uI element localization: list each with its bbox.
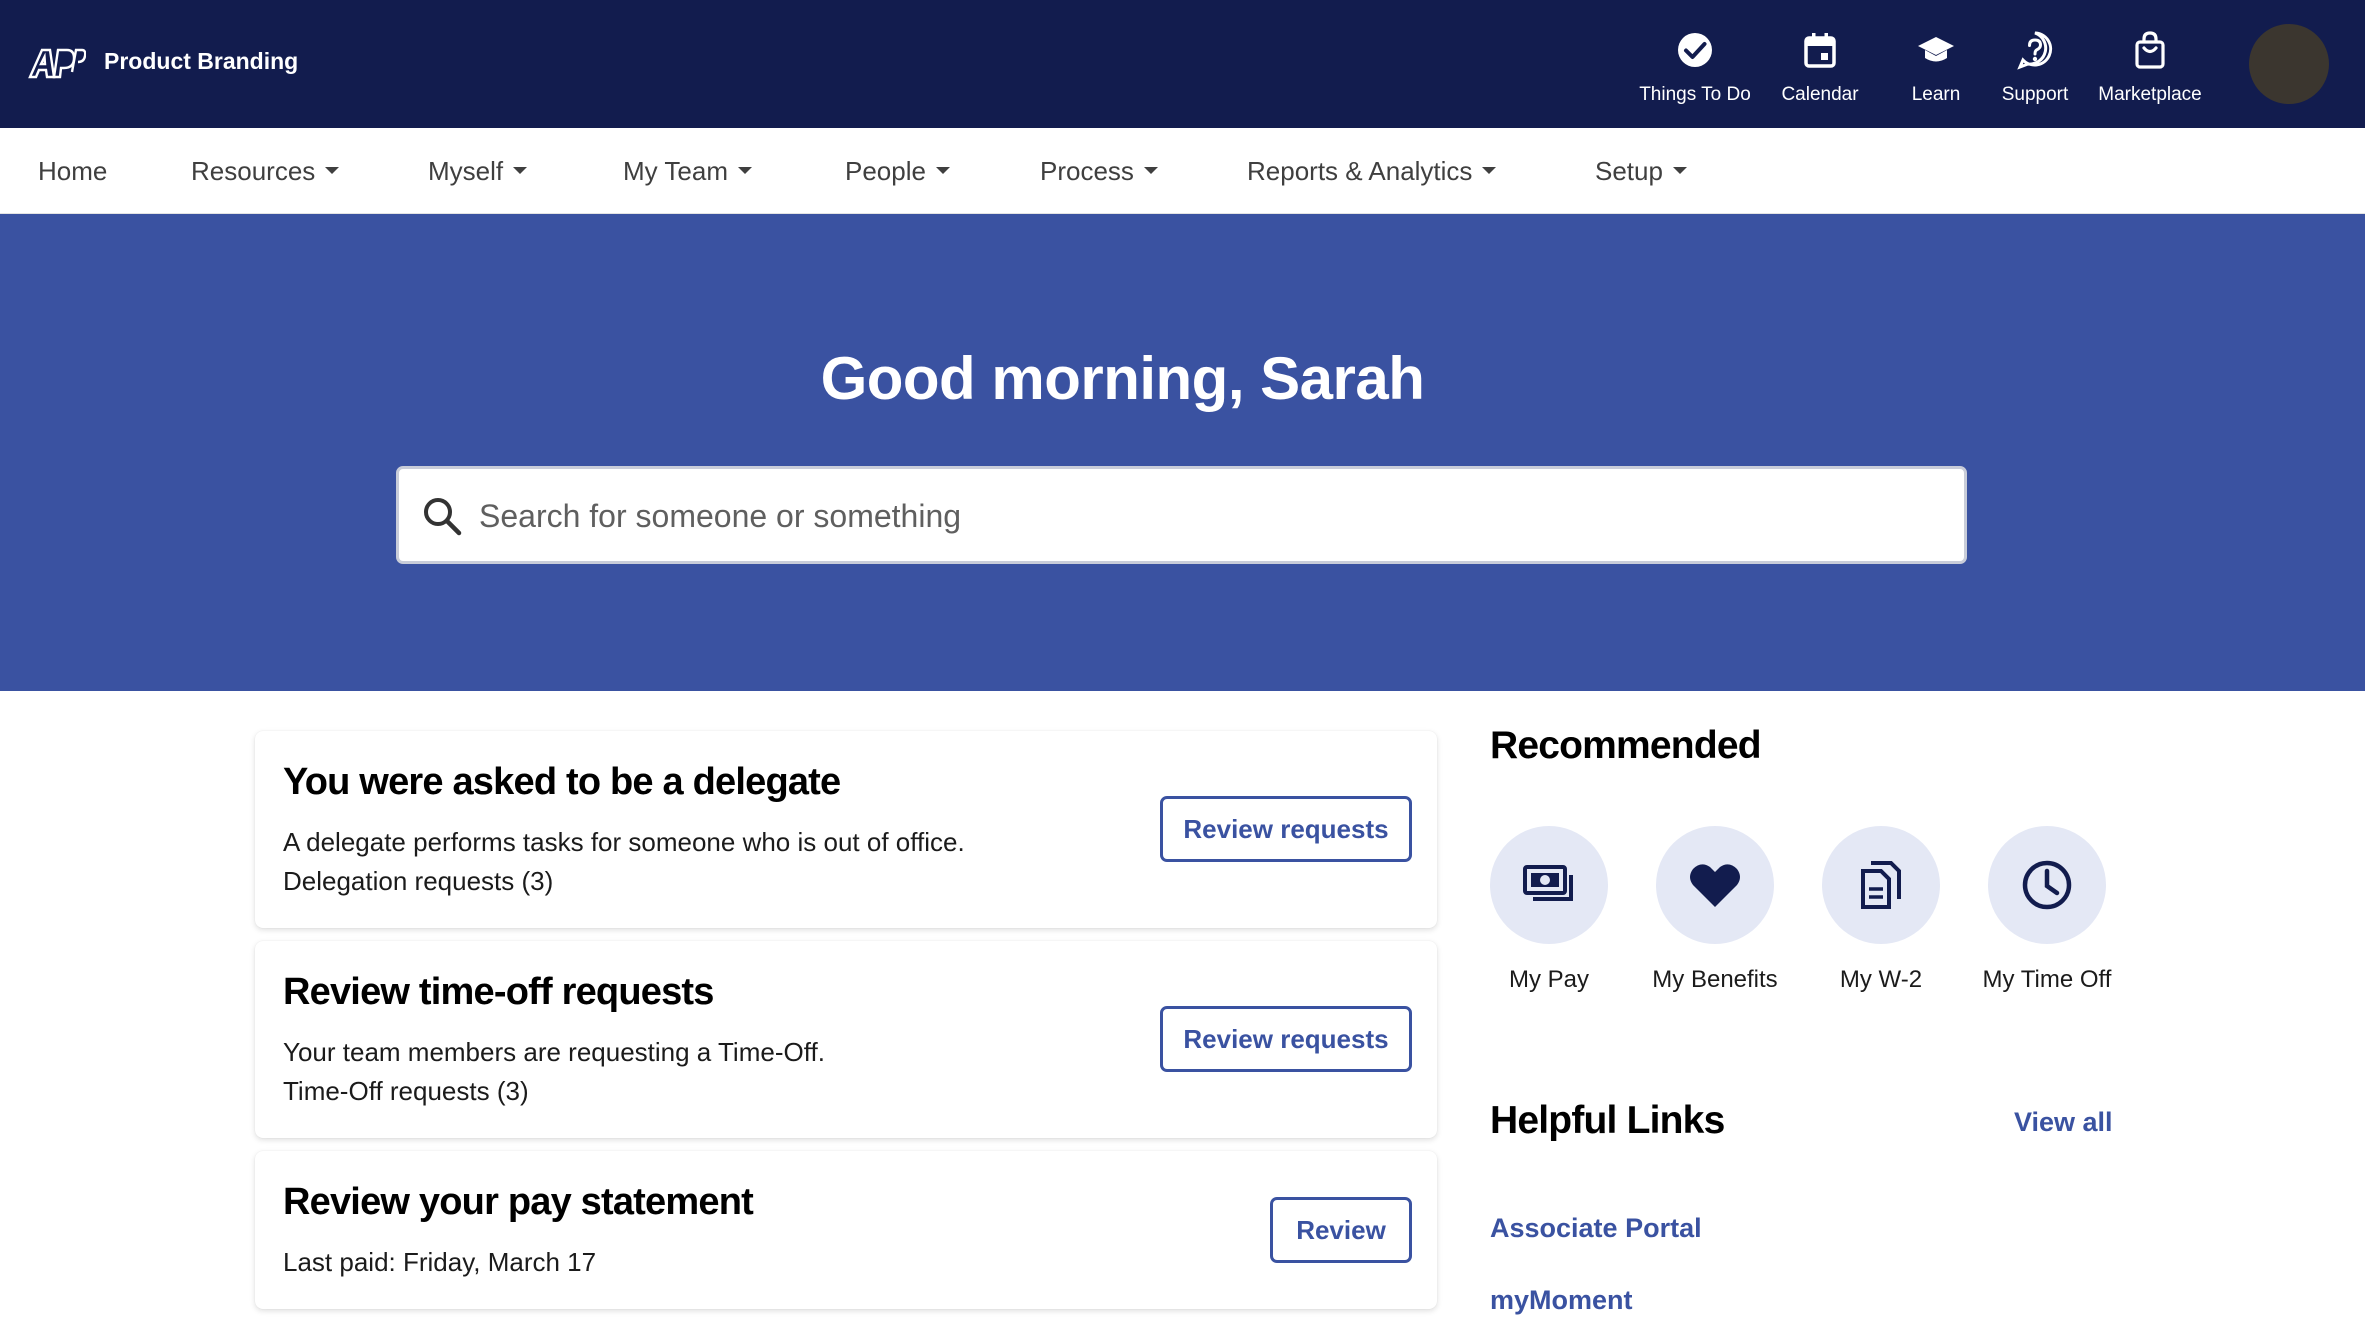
nav-learn[interactable]: Learn [1892, 28, 1980, 118]
chevron-down-icon [935, 166, 950, 174]
chevron-down-icon [325, 166, 340, 174]
card-description: Last paid: Friday, March 17 [283, 1247, 597, 1277]
recommended-my-benefits[interactable]: My Benefits [1630, 826, 1800, 994]
chevron-down-icon [1143, 166, 1158, 174]
nav-support[interactable]: Support [1985, 28, 2085, 118]
card-title: You were asked to be a delegate [283, 761, 841, 803]
card-description: A delegate performs tasks for someone wh… [283, 827, 965, 857]
nav-things-to-do-label: Things To Do [1639, 84, 1751, 105]
helpful-links-title: Helpful Links [1490, 1099, 1725, 1142]
card-count: Delegation requests (3) [283, 866, 554, 896]
time-off-card: Review time-off requests Your team membe… [255, 941, 1437, 1138]
nav-calendar[interactable]: Calendar [1770, 28, 1870, 118]
nav-marketplace[interactable]: Marketplace [2090, 28, 2210, 118]
nav-reports-analytics[interactable]: Reports & Analytics [1247, 156, 1497, 187]
card-description: Your team members are requesting a Time-… [283, 1037, 825, 1067]
nav-people[interactable]: People [845, 156, 950, 187]
nav-things-to-do[interactable]: Things To Do [1630, 28, 1760, 118]
greeting-title: Good morning, Sarah [820, 345, 1425, 412]
chevron-down-icon [738, 166, 752, 174]
search-box[interactable] [396, 466, 1967, 564]
adp-logo[interactable] [28, 46, 86, 80]
review-time-off-button[interactable]: Review requests [1160, 1006, 1412, 1072]
card-count: Time-Off requests (3) [283, 1076, 529, 1106]
top-header: Product Branding Things To Do Calendar L… [0, 0, 2365, 128]
clock-icon [2022, 860, 2072, 910]
card-title: Review time-off requests [283, 971, 714, 1013]
pay-statement-card: Review your pay statement Last paid: Fri… [255, 1151, 1437, 1309]
card-title: Review your pay statement [283, 1181, 754, 1223]
chevron-down-icon [513, 166, 528, 174]
chevron-down-icon [1672, 166, 1687, 174]
recommended-my-pay[interactable]: My Pay [1464, 826, 1634, 994]
nav-myself[interactable]: Myself [428, 156, 528, 187]
nav-process[interactable]: Process [1040, 156, 1158, 187]
document-icon [1861, 861, 1901, 909]
nav-setup[interactable]: Setup [1595, 156, 1687, 187]
heart-icon [1690, 864, 1740, 907]
nav-resources[interactable]: Resources [191, 156, 340, 187]
nav-my-team[interactable]: My Team [623, 156, 752, 187]
nav-calendar-label: Calendar [1781, 84, 1859, 105]
hero-banner: Good morning, Sarah [0, 214, 2365, 691]
search-icon [424, 498, 462, 536]
money-icon [1523, 865, 1573, 901]
my-w2-label: My W-2 [1839, 966, 1923, 993]
recommended-title: Recommended [1490, 724, 1762, 767]
mymoment-link[interactable]: myMoment [1490, 1285, 1633, 1316]
calendar-icon [1804, 33, 1836, 68]
nav-marketplace-label: Marketplace [2098, 84, 2202, 105]
main-nav: Home Resources Myself My Team People Pro… [0, 128, 2365, 214]
associate-portal-link[interactable]: Associate Portal [1490, 1213, 1702, 1244]
my-benefits-label: My Benefits [1652, 966, 1778, 993]
nav-learn-label: Learn [1911, 84, 1961, 105]
nav-support-label: Support [2001, 84, 2069, 105]
search-input[interactable] [479, 481, 1929, 551]
check-circle-icon [1678, 33, 1712, 67]
view-all-link[interactable]: View all [2014, 1107, 2113, 1138]
graduation-cap-icon [1918, 37, 1954, 62]
review-pay-button[interactable]: Review [1270, 1197, 1412, 1263]
my-time-off-label: My Time Off [1982, 966, 2112, 993]
chevron-down-icon [1482, 166, 1497, 174]
avatar[interactable] [2249, 24, 2329, 104]
recommended-my-time-off[interactable]: My Time Off [1962, 826, 2132, 994]
shopping-bag-icon [2135, 31, 2165, 69]
recommended-my-w2[interactable]: My W-2 [1796, 826, 1966, 994]
product-brand: Product Branding [104, 48, 299, 74]
review-delegation-button[interactable]: Review requests [1160, 796, 1412, 862]
question-circle-icon [2017, 31, 2053, 70]
nav-home[interactable]: Home [38, 156, 107, 187]
my-pay-label: My Pay [1508, 966, 1589, 993]
delegate-card: You were asked to be a delegate A delega… [255, 731, 1437, 928]
